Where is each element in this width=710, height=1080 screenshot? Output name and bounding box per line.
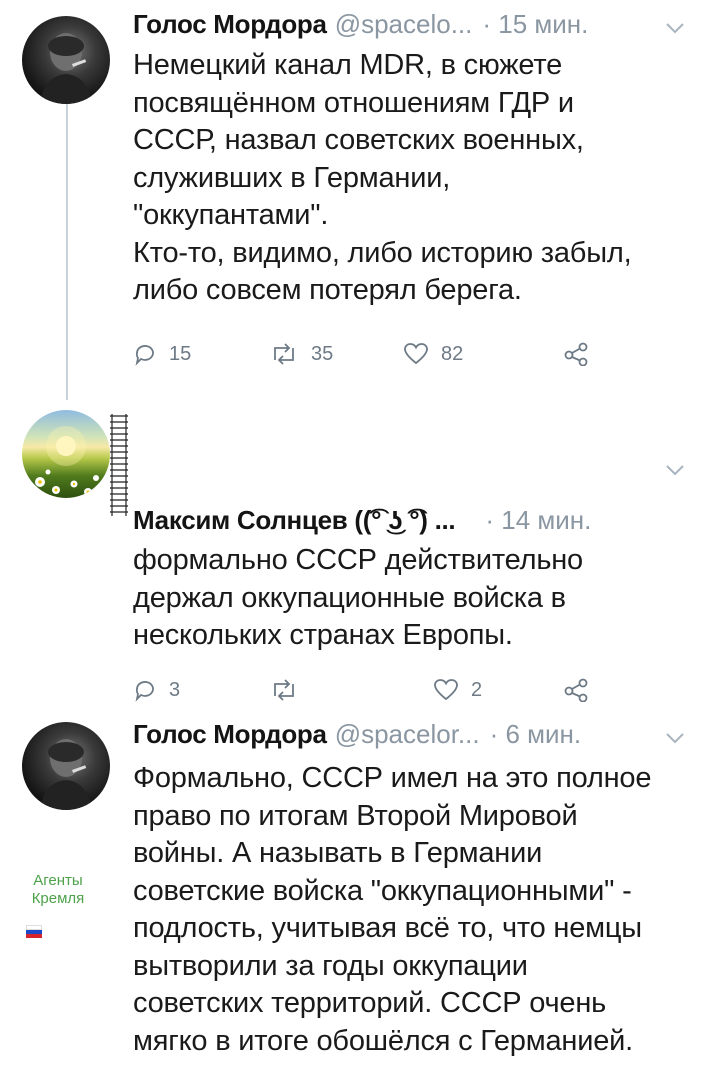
avatar-photo-icon bbox=[40, 739, 92, 810]
share-button[interactable] bbox=[563, 334, 601, 374]
reply-button[interactable]: 3 bbox=[133, 670, 180, 710]
like-count: 2 bbox=[471, 678, 483, 701]
retweet-button[interactable]: 35 bbox=[269, 334, 333, 374]
share-icon bbox=[564, 342, 588, 366]
sunset-photo-icon bbox=[35, 426, 99, 496]
timestamp[interactable]: · 14 мин. bbox=[485, 505, 591, 536]
share-icon bbox=[564, 678, 588, 702]
author-handle[interactable]: @spacelor... bbox=[335, 719, 480, 750]
avatar-photo-icon bbox=[40, 33, 92, 104]
retweet-count: 35 bbox=[311, 342, 334, 365]
tweet-actions: 3 2 bbox=[133, 670, 613, 710]
reply-count: 3 bbox=[169, 678, 181, 701]
timestamp[interactable]: · 6 мин. bbox=[490, 719, 582, 750]
vertical-caption-icon bbox=[110, 414, 128, 516]
reply-icon bbox=[135, 345, 154, 366]
author-name[interactable]: Максим Солнцев ((͡° ͜ʖ ͡°) ... bbox=[133, 505, 456, 536]
author-name[interactable]: Голос Мордора bbox=[133, 9, 327, 40]
chevron-down-icon[interactable] bbox=[664, 730, 686, 746]
avatar[interactable] bbox=[22, 16, 110, 104]
tweet-actions: 15 35 82 bbox=[133, 334, 613, 374]
author-handle[interactable]: @spacelo... bbox=[335, 9, 473, 40]
tweet-text: Немецкий канал MDR, в сюжете посвящённом… bbox=[133, 49, 632, 306]
avatar[interactable] bbox=[22, 410, 110, 498]
tweet-text: формально СССР действительно держал окку… bbox=[133, 544, 583, 651]
reply-icon bbox=[135, 681, 154, 702]
share-button[interactable] bbox=[563, 670, 601, 710]
retweet-button[interactable] bbox=[269, 670, 311, 710]
tweet-header: Голос Мордора @spacelor... · 6 мин. bbox=[133, 714, 680, 754]
timestamp[interactable]: · 15 мин. bbox=[482, 9, 588, 40]
reply-count: 15 bbox=[169, 342, 192, 365]
tweet-text: Формально, СССР имел на это полное право… bbox=[133, 762, 652, 1057]
side-label: Агенты Кремля bbox=[31, 872, 85, 907]
retweet-icon bbox=[274, 343, 294, 365]
author-name[interactable]: Голос Мордора bbox=[133, 719, 327, 750]
retweet-icon bbox=[274, 679, 294, 701]
reply-button[interactable]: 15 bbox=[133, 334, 191, 374]
like-count: 82 bbox=[441, 342, 464, 365]
chevron-down-icon[interactable] bbox=[664, 462, 686, 478]
like-button[interactable]: 82 bbox=[403, 334, 463, 374]
tweet-header: Голос Мордора @spacelo... · 15 мин. bbox=[133, 4, 680, 44]
avatar[interactable] bbox=[22, 722, 110, 810]
heart-icon bbox=[434, 679, 458, 701]
tweet-header: Максим Солнцев ((͡° ͜ʖ ͡°) ... · 14 мин. bbox=[133, 500, 680, 540]
like-button[interactable]: 2 bbox=[433, 670, 482, 710]
chevron-down-icon[interactable] bbox=[664, 20, 686, 36]
heart-icon bbox=[404, 343, 428, 365]
thread-line-top bbox=[66, 104, 68, 400]
russian-flag-icon bbox=[26, 925, 42, 938]
